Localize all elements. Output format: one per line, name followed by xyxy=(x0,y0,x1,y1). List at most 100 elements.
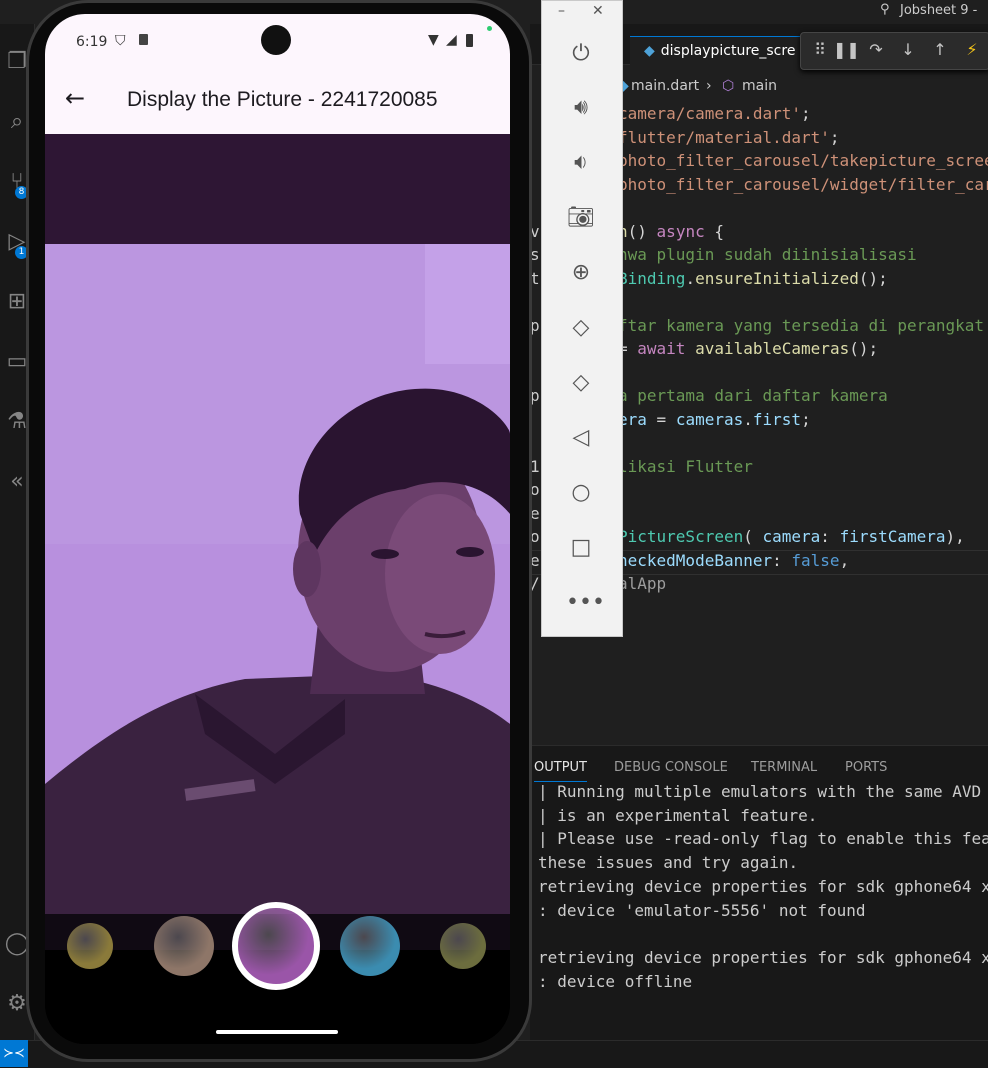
dart-file-icon: ◆ xyxy=(644,43,655,59)
code-token: camera/camera.dart' xyxy=(618,104,802,123)
search-icon[interactable]: ⚲ xyxy=(880,2,890,17)
output-line: retrieving device properties for sdk gph… xyxy=(538,947,988,967)
code-token: : xyxy=(772,550,792,570)
privacy-dot-icon xyxy=(487,26,492,31)
shield-icon: ⛉ xyxy=(115,33,126,49)
output-line: | Running multiple emulators with the sa… xyxy=(538,782,982,801)
debug-toolbar: ⠿ ❚❚ ↷ ↓ ↑ ⚡ xyxy=(800,32,988,70)
output-line: retrieving device properties for sdk gph… xyxy=(538,876,988,896)
hot-reload-icon[interactable]: ⚡ xyxy=(961,39,983,61)
breadcrumb-file[interactable]: main.dart xyxy=(631,78,699,94)
volume-up-icon[interactable]: 🔊︎ xyxy=(566,93,596,123)
gesture-handle[interactable] xyxy=(216,1030,338,1034)
code-token: photo_filter_carousel/takepicture_scree xyxy=(618,151,988,170)
power-icon[interactable]: ⏻ xyxy=(566,39,596,69)
code-token: heckedModeBanner xyxy=(618,550,773,570)
output-line: | Please use -read-only flag to enable t… xyxy=(538,829,988,849)
tab-debug-console[interactable]: DEBUG CONSOLE xyxy=(614,760,728,775)
symbol-icon: ⬡ xyxy=(722,78,735,94)
emulator-toolbar: – ✕ ⏻ 🔊︎ 🔉︎ 📷︎ ⊕ ◇ ◇ ◁ ○ □ ••• xyxy=(541,0,623,637)
code-token: ( xyxy=(743,527,763,546)
photo-image xyxy=(45,134,510,914)
code-token: flutter/material.dart' xyxy=(618,127,830,147)
output-line: these issues and try again. xyxy=(538,853,799,873)
code-token: (); xyxy=(849,339,879,358)
close-icon[interactable]: ✕ xyxy=(592,3,604,19)
code-token: = xyxy=(646,409,676,429)
filter-carousel[interactable] xyxy=(45,902,510,1034)
code-token: ensureInitialized xyxy=(695,268,859,288)
tab-terminal[interactable]: TERMINAL xyxy=(751,760,817,775)
window-title: Jobsheet 9 - xyxy=(900,3,978,18)
code-token: ; xyxy=(801,104,811,123)
code-token: false xyxy=(791,550,840,570)
code-token: . xyxy=(743,409,753,429)
status-time: 6:19 xyxy=(76,34,108,50)
tab-output[interactable]: OUTPUT xyxy=(534,760,587,782)
editor-tab[interactable]: ◆ displaypicture_scre xyxy=(630,36,800,67)
code-token: , xyxy=(839,550,850,570)
filter-olive[interactable] xyxy=(440,923,486,969)
code-token: likasi Flutter xyxy=(618,456,753,476)
code-token: ftar kamera yang tersedia di perangkat xyxy=(618,315,985,335)
pause-icon[interactable]: ❚❚ xyxy=(833,39,860,61)
sd-card-icon xyxy=(139,34,148,45)
front-camera-icon xyxy=(261,25,291,55)
back-icon[interactable]: ◁ xyxy=(566,423,596,453)
code-token: hwa plugin sudah diinisialisasi xyxy=(618,245,917,264)
output-line: : device offline xyxy=(538,971,693,991)
filter-area xyxy=(45,902,510,1044)
step-into-icon[interactable]: ↓ xyxy=(897,39,919,61)
android-status-bar: 6:19 ⛉ ▼ ◢ xyxy=(45,14,510,70)
code-token: photo_filter_carousel/widget/filter_car xyxy=(618,174,988,194)
drag-handle-icon[interactable]: ⠿ xyxy=(809,39,831,61)
breadcrumb-separator: › xyxy=(706,78,712,94)
code-token: (); xyxy=(858,268,888,288)
code-token: : xyxy=(820,527,840,546)
code-token: Binding xyxy=(618,268,686,288)
overview-icon[interactable]: □ xyxy=(566,533,596,563)
code-token: camera xyxy=(762,527,821,546)
zoom-icon[interactable]: ⊕ xyxy=(566,258,596,288)
code-token: cameras xyxy=(675,409,744,429)
code-token: availableCameras xyxy=(695,339,850,358)
more-icon[interactable]: ••• xyxy=(566,588,605,618)
code-token: alApp xyxy=(618,574,667,593)
rotate-left-icon[interactable]: ◇ xyxy=(566,313,596,343)
code-token: firstCamera xyxy=(839,527,946,546)
code-token: await xyxy=(637,339,686,358)
battery-icon xyxy=(466,34,473,47)
filter-purple[interactable] xyxy=(232,902,320,990)
camera-icon[interactable]: 📷︎ xyxy=(566,203,596,233)
step-out-icon[interactable]: ↑ xyxy=(929,39,951,61)
remote-indicator-icon[interactable]: ≻≺ xyxy=(0,1040,28,1067)
volume-down-icon[interactable]: 🔉︎ xyxy=(566,148,596,178)
code-token: () xyxy=(627,221,657,241)
page-title: Display the Picture - 2241720085 xyxy=(127,88,438,111)
signal-icon: ◢ xyxy=(446,32,457,48)
code-token: { xyxy=(704,221,724,241)
filter-cyan[interactable] xyxy=(340,916,400,976)
rotate-right-icon[interactable]: ◇ xyxy=(566,368,596,398)
step-over-icon[interactable]: ↷ xyxy=(865,39,887,61)
output-line: : device 'emulator-5556' not found xyxy=(538,900,866,920)
code-token: ; xyxy=(829,127,840,147)
filter-brown[interactable] xyxy=(154,916,214,976)
back-arrow-icon[interactable]: ← xyxy=(65,84,85,112)
phone-screen: 6:19 ⛉ ▼ ◢ ← Display the Picture - 22417… xyxy=(45,14,510,1044)
code-token: ; xyxy=(801,409,811,429)
code-token: ), xyxy=(945,527,965,546)
code-token: async xyxy=(656,221,705,241)
output-line: | is an experimental feature. xyxy=(538,805,818,825)
filter-yellow[interactable] xyxy=(67,923,113,969)
tab-label: displaypicture_scre xyxy=(660,43,796,59)
output-log[interactable]: | Running multiple emulators with the sa… xyxy=(530,780,988,1030)
breadcrumb-symbol[interactable]: main xyxy=(742,78,777,94)
captured-photo xyxy=(45,134,510,914)
code-token: a pertama dari daftar kamera xyxy=(618,386,888,405)
minimize-icon[interactable]: – xyxy=(558,3,565,19)
tab-ports[interactable]: PORTS xyxy=(845,760,887,775)
app-bar: ← Display the Picture - 2241720085 xyxy=(45,70,510,134)
home-icon[interactable]: ○ xyxy=(566,478,596,508)
